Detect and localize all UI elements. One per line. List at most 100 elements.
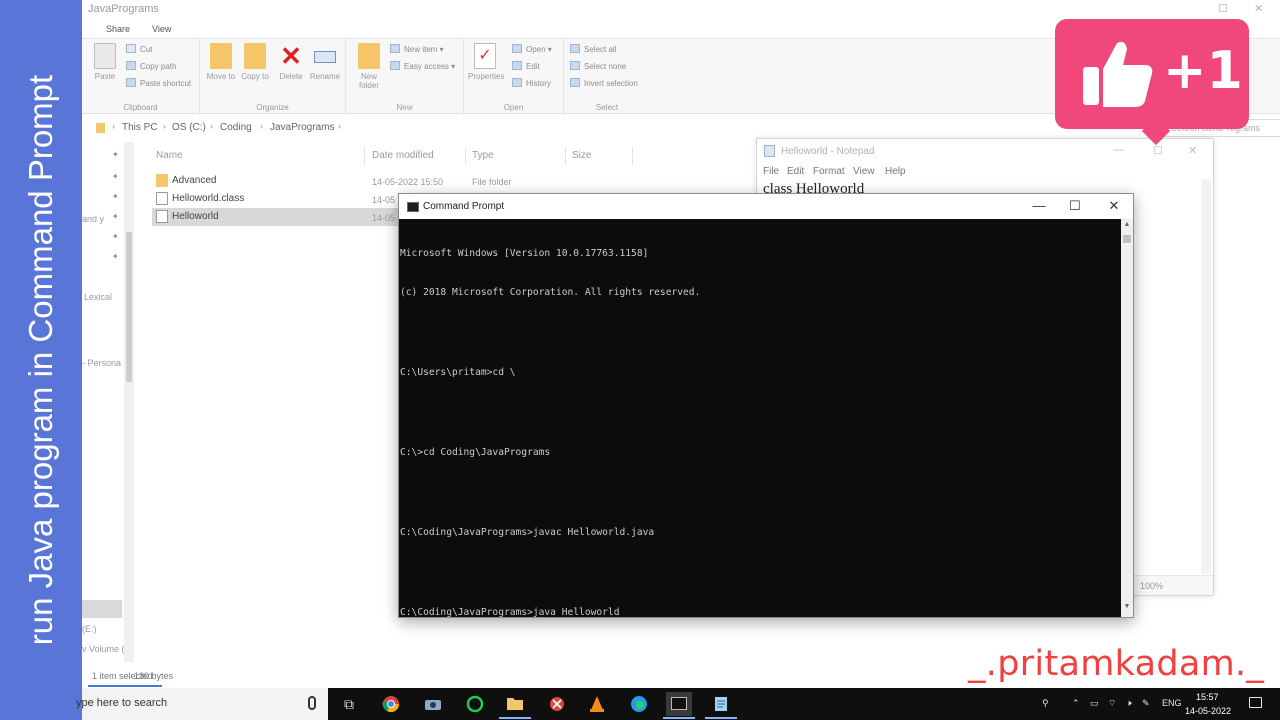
breadcrumb-coding[interactable]: Coding	[220, 122, 252, 133]
task-view-icon[interactable]: ⧉	[336, 692, 362, 716]
chevron-right-icon: ›	[163, 121, 166, 131]
notification-icon[interactable]	[1249, 697, 1262, 708]
nav-item-cd-drive[interactable]: (E:)	[82, 624, 128, 634]
file-explorer-icon[interactable]	[502, 692, 528, 716]
file-row-advanced[interactable]: Advanced	[152, 172, 402, 190]
nav-scrollbar-thumb[interactable]	[126, 232, 132, 382]
cmd-scrollbar[interactable]: ▲ ▼	[1121, 219, 1133, 617]
select-all-button[interactable]: Select all	[570, 43, 616, 57]
notepad-maximize-button[interactable]: ☐	[1153, 144, 1163, 157]
cmd-minimize-button[interactable]: —	[1019, 194, 1059, 219]
new-folder-button[interactable]: New folder	[352, 43, 386, 90]
chevron-up-icon[interactable]: ⌃	[1072, 698, 1080, 709]
command-prompt-window[interactable]: Command Prompt — ☐ ✕ Microsoft Windows […	[398, 193, 1134, 618]
invert-selection-icon	[570, 78, 580, 87]
breadcrumb-javaprograms[interactable]: JavaPrograms	[270, 122, 334, 133]
cmd-scrollbar-thumb[interactable]	[1123, 235, 1131, 243]
chevron-right-icon: ›	[338, 121, 341, 131]
network-icon[interactable]: ⌔	[1108, 698, 1116, 709]
paste-shortcut-button[interactable]: Paste shortcut	[126, 77, 191, 91]
properties-button[interactable]: ✓ Properties	[468, 43, 504, 81]
nav-item-lexical-y[interactable]: and y	[82, 214, 128, 224]
taskbar-search-box[interactable]: ype here to search	[76, 688, 328, 720]
cmd-titlebar[interactable]: Command Prompt — ☐ ✕	[399, 194, 1133, 219]
language-indicator[interactable]: ENG	[1162, 698, 1182, 708]
column-divider[interactable]	[565, 147, 566, 165]
clock-date[interactable]: 14-05-2022	[1185, 706, 1231, 716]
notepad-scrollbar[interactable]	[1201, 179, 1211, 574]
select-none-button[interactable]: Select none	[570, 60, 626, 74]
notepad-close-button[interactable]: ✕	[1188, 144, 1197, 157]
screen: JavaPrograms ☐ ✕ Share View Paste Cut Co…	[0, 0, 1280, 720]
delete-x-icon: ✕	[280, 41, 302, 71]
history-icon	[512, 78, 522, 87]
easy-access-button[interactable]: Easy access ▾	[390, 60, 455, 74]
explorer-maximize-button[interactable]: ☐	[1218, 2, 1228, 15]
file-icon	[156, 192, 168, 205]
column-header-type[interactable]: Type	[472, 150, 494, 161]
chrome-icon[interactable]	[378, 692, 404, 716]
delete-button[interactable]: ✕ Delete	[274, 43, 308, 81]
notepad-menu-file[interactable]: File	[763, 166, 779, 177]
notepad-menu-view[interactable]: View	[853, 166, 875, 177]
battery-icon[interactable]: ▭	[1090, 698, 1099, 709]
new-folder-label: New folder	[358, 72, 379, 90]
command-prompt-taskbar-icon[interactable]	[666, 692, 692, 716]
notepad-taskbar-icon[interactable]	[708, 692, 734, 716]
column-header-name[interactable]: Name	[156, 150, 183, 161]
column-header-size[interactable]: Size	[572, 150, 591, 161]
cut-button[interactable]: Cut	[126, 43, 152, 57]
watermark: _.pritamkadam._	[968, 644, 1265, 684]
column-header-date[interactable]: Date modified	[372, 150, 434, 161]
column-divider[interactable]	[465, 147, 466, 165]
file-date: 14-05	[372, 195, 396, 205]
notepad-menu-format[interactable]: Format	[813, 166, 845, 177]
cmd-close-button[interactable]: ✕	[1094, 194, 1134, 219]
people-icon[interactable]: ⚲	[1042, 698, 1049, 709]
file-row-helloworld-class[interactable]: Helloworld.class	[152, 190, 402, 208]
tab-view[interactable]: View	[152, 24, 171, 34]
notepad-menu-help[interactable]: Help	[885, 166, 906, 177]
scroll-up-icon[interactable]: ▲	[1121, 221, 1133, 228]
camera-icon[interactable]	[420, 692, 446, 716]
edge-icon[interactable]	[626, 692, 652, 716]
paste-button[interactable]: Paste	[88, 43, 122, 81]
nav-item-onedrive[interactable]: - Persona	[82, 358, 128, 368]
column-divider[interactable]	[364, 147, 365, 165]
scroll-down-icon[interactable]: ▼	[1121, 603, 1133, 610]
nav-selected-item[interactable]	[82, 600, 122, 618]
copy-path-button[interactable]: Copy path	[126, 60, 176, 74]
file-row-helloworld[interactable]: Helloworld	[152, 208, 402, 226]
invert-selection-button[interactable]: Invert selection	[570, 77, 638, 91]
cmd-console-output[interactable]: Microsoft Windows [Version 10.0.17763.11…	[399, 219, 1123, 617]
notepad-menu-edit[interactable]: Edit	[787, 166, 804, 177]
vlc-icon[interactable]	[584, 692, 610, 716]
notepad-titlebar[interactable]: Helloworld - Notepad — ☐ ✕	[757, 139, 1213, 163]
active-app-indicator	[663, 717, 695, 719]
cmd-maximize-button[interactable]: ☐	[1055, 194, 1095, 219]
breadcrumb-this-pc[interactable]: This PC	[122, 122, 158, 133]
breadcrumb-os-c[interactable]: OS (C:)	[172, 122, 206, 133]
edit-button[interactable]: Edit	[512, 60, 540, 74]
snipping-tool-icon[interactable]	[544, 692, 570, 716]
nav-scrollbar[interactable]	[124, 142, 134, 662]
pen-icon[interactable]: ✎	[1142, 698, 1150, 709]
explorer-close-button[interactable]: ✕	[1254, 2, 1263, 15]
history-button[interactable]: History	[512, 77, 551, 91]
status-underline	[88, 685, 162, 687]
edit-icon	[512, 61, 522, 70]
rename-button[interactable]: Rename	[308, 43, 342, 81]
open-button[interactable]: Open ▾	[512, 43, 552, 57]
nav-item-new-volume[interactable]: v Volume (P:)	[82, 644, 128, 654]
paste-shortcut-label: Paste shortcut	[140, 79, 192, 88]
notepad-minimize-button[interactable]: —	[1113, 144, 1124, 156]
microphone-icon[interactable]	[308, 696, 316, 710]
volume-icon[interactable]: 🕨	[1126, 698, 1132, 709]
clock-time[interactable]: 15:57	[1196, 692, 1256, 702]
tab-share[interactable]: Share	[106, 24, 130, 34]
copy-to-button[interactable]: Copy to	[238, 43, 272, 81]
circle-app-icon[interactable]	[462, 692, 488, 716]
new-item-button[interactable]: New item ▾	[390, 43, 444, 57]
column-divider[interactable]	[632, 147, 633, 165]
move-to-button[interactable]: Move to	[204, 43, 238, 81]
